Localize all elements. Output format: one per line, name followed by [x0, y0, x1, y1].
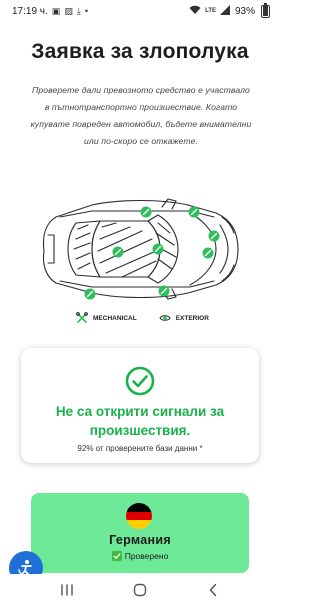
- marker-front-left[interactable]: [188, 206, 200, 218]
- legend-exterior: EXTERIOR: [159, 312, 209, 324]
- battery-percent: 93%: [234, 5, 255, 17]
- checkmark-icon: [111, 551, 122, 561]
- intro-text: Проверете дали превозното средство е уча…: [30, 85, 252, 146]
- country-card-germany[interactable]: Германия Проверено: [31, 493, 249, 573]
- battery-icon: [261, 2, 270, 18]
- status-left: 17:19 ч. ▣ ▨ ⤓ •: [12, 6, 88, 17]
- legend-exterior-label: EXTERIOR: [175, 314, 209, 322]
- marker-rear-side[interactable]: [84, 288, 96, 300]
- home-icon: [133, 583, 147, 597]
- gallery-notification-icon: ▣: [51, 5, 61, 16]
- marker-front-center[interactable]: [202, 247, 214, 259]
- dot-notification-icon: •: [84, 5, 88, 16]
- legend-mechanical-label: MECHANICAL: [93, 314, 137, 322]
- status-time: 17:19 ч.: [12, 5, 48, 17]
- status-bar: 17:19 ч. ▣ ▨ ⤓ • LTE 93%: [0, 0, 280, 22]
- recent-apps-icon: [60, 584, 73, 596]
- car-top-view-illustration: [42, 198, 239, 300]
- marker-side-right[interactable]: [158, 285, 170, 297]
- page-title: Заявка за злополука: [31, 40, 249, 63]
- country-status-label: Проверено: [124, 551, 169, 561]
- network-type-label: LTE: [205, 8, 216, 14]
- marker-front-top[interactable]: [208, 230, 220, 242]
- check-circle-icon: [125, 366, 155, 396]
- result-note: 92% от проверените бази данни *: [77, 444, 203, 453]
- accident-result-card: Не са открити сигнали за произшествия. 9…: [21, 348, 259, 463]
- car-damage-diagram: [30, 193, 250, 301]
- back-icon: [210, 583, 217, 597]
- country-name: Германия: [109, 533, 171, 547]
- eye-icon: [159, 315, 171, 321]
- germany-flag-icon: [126, 503, 152, 529]
- signal-icon: [219, 5, 231, 17]
- result-headline: Не са открити сигнали за произшествия.: [55, 404, 225, 438]
- system-navigation-bar: [0, 574, 280, 606]
- marker-roof[interactable]: [112, 246, 124, 258]
- back-button[interactable]: [201, 580, 225, 600]
- country-status: Проверено: [31, 551, 249, 561]
- marker-windshield[interactable]: [152, 243, 164, 255]
- wifi-icon: [189, 5, 201, 17]
- status-right: LTE 93%: [189, 2, 270, 18]
- diagram-legend: MECHANICAL EXTERIOR: [76, 311, 216, 325]
- marker-roof-front[interactable]: [140, 206, 152, 218]
- image-notification-icon: ▨: [64, 5, 73, 16]
- recent-apps-button[interactable]: [55, 580, 79, 600]
- wrench-icon: [76, 312, 88, 323]
- home-button[interactable]: [128, 580, 152, 600]
- legend-mechanical: MECHANICAL: [76, 312, 137, 324]
- download-notification-icon: ⤓: [76, 5, 81, 16]
